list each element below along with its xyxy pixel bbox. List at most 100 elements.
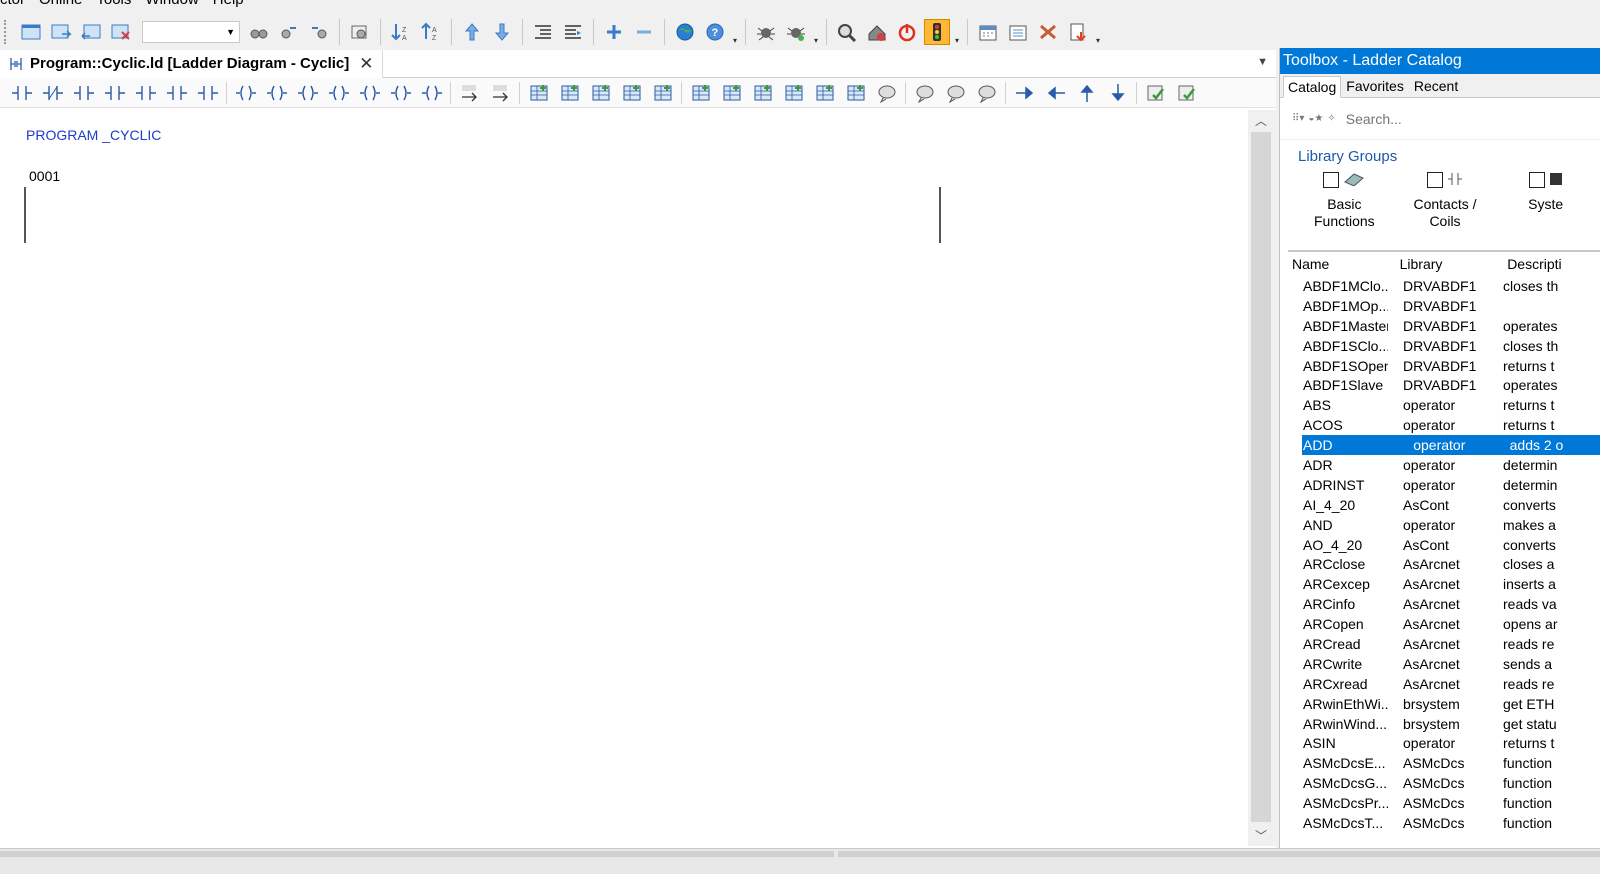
toolbar-overflow-icon[interactable]: ▾ [1093,19,1103,45]
tab-recent[interactable]: Recent [1409,75,1463,97]
list-item[interactable]: ARCwrite AsArcnet sends a [1288,654,1600,674]
arrow-down-icon[interactable] [489,19,515,45]
negated-coil-icon[interactable] [264,81,290,105]
sort-ascending-icon[interactable]: AZ [418,19,444,45]
calculator-icon[interactable] [843,81,869,105]
page-icon[interactable] [974,81,1000,105]
add-network-icon[interactable] [526,81,552,105]
group-contacts-coils[interactable]: Contacts / Coils [1399,165,1492,241]
list-item[interactable]: ABDF1SClo... DRVABDF1 closes th [1288,336,1600,356]
arrow-up-icon[interactable] [459,19,485,45]
debug-icon[interactable] [753,19,779,45]
column-header-name[interactable]: Name [1288,256,1396,272]
filter-icon[interactable]: ◒★ [1308,113,1323,124]
close-icon[interactable]: ✕ [359,54,373,74]
add-column-icon[interactable] [619,81,645,105]
list-item[interactable]: ARCopen AsArcnet opens ar [1288,614,1600,634]
list-item[interactable]: ASIN operator returns t [1288,733,1600,753]
list-item[interactable]: ARCxread AsArcnet reads re [1288,674,1600,694]
connect-down-icon[interactable] [1105,81,1131,105]
list-item[interactable]: ARCinfo AsArcnet reads va [1288,594,1600,614]
set-coil-icon[interactable] [295,81,321,105]
replace-icon[interactable] [347,19,373,45]
bookmark-remove-icon[interactable] [631,19,657,45]
list-item[interactable]: ABDF1MClo... DRVABDF1 closes th [1288,276,1600,296]
tab-catalog[interactable]: Catalog [1283,76,1342,98]
list-item[interactable]: ABDF1Slave DRVABDF1 operates [1288,375,1600,395]
window-back-icon[interactable] [78,19,104,45]
find-next-icon[interactable] [276,19,302,45]
open-contact-icon[interactable] [9,81,35,105]
vertical-scrollbar[interactable]: ︿ ﹀ [1248,110,1276,846]
neg-transition-contact-icon[interactable] [102,81,128,105]
transfer-icon[interactable] [864,19,890,45]
list-item[interactable]: ADRINST operator determin [1288,475,1600,495]
list-item[interactable]: ARCexcep AsArcnet inserts a [1288,574,1600,594]
ladder-canvas[interactable]: PROGRAM _CYCLIC 0001 [0,110,1248,846]
list-item[interactable]: AI_4_20 AsCont converts [1288,495,1600,515]
group-basic-functions[interactable]: Basic Functions [1298,165,1391,241]
find-prev-icon[interactable] [306,19,332,45]
monitor-icon[interactable] [834,19,860,45]
binoculars-icon[interactable] [246,19,272,45]
window-forward-icon[interactable] [48,19,74,45]
list-item[interactable]: ARwinWind... brsystem get statu [1288,714,1600,734]
schedule-icon[interactable] [1005,19,1031,45]
configuration-dropdown[interactable]: ▼ [142,21,240,43]
scrollbar-thumb[interactable] [1251,132,1271,822]
search-input[interactable] [1345,110,1536,127]
return-icon[interactable] [488,81,514,105]
debug-run-icon[interactable] [783,19,809,45]
toolbar-overflow-icon[interactable]: ▾ [952,19,962,45]
rising-contact-icon[interactable] [133,81,159,105]
jump-icon[interactable] [457,81,483,105]
column-header-description[interactable]: Descripti [1503,256,1600,272]
tab-program-cyclic[interactable]: Program::Cyclic.ld [Ladder Diagram - Cyc… [0,49,383,78]
calendar-icon[interactable] [975,19,1001,45]
menu-item-editor[interactable]: ctor [0,0,25,9]
tab-list-dropdown-icon[interactable]: ▼ [1257,56,1268,68]
new-window-icon[interactable] [18,19,44,45]
menu-item-window[interactable]: Window [145,0,198,9]
globe-icon[interactable] [672,19,698,45]
list-item[interactable]: ASMcDcsG... ASMcDcs function [1288,773,1600,793]
checkbox[interactable] [1427,172,1443,188]
list-item[interactable]: ARwinEthWi... brsystem get ETH [1288,694,1600,714]
list-item[interactable]: ARCclose AsArcnet closes a [1288,554,1600,574]
power-icon[interactable] [894,19,920,45]
negated-set-coil-icon[interactable] [419,81,445,105]
list-item[interactable]: ARCread AsArcnet reads re [1288,634,1600,654]
reset-coil-icon[interactable] [326,81,352,105]
checkbox[interactable] [1323,172,1340,188]
list-item[interactable]: AO_4_20 AsCont converts [1288,535,1600,555]
export-icon[interactable] [1065,19,1091,45]
delete-icon[interactable] [1035,19,1061,45]
add-row-icon[interactable] [588,81,614,105]
window-close-icon[interactable] [108,19,134,45]
view-mode-icon[interactable]: ⠿▾ [1292,113,1304,124]
list-item[interactable]: ABS operator returns t [1288,395,1600,415]
neg-coil-icon[interactable] [388,81,414,105]
list-item[interactable]: ADR operator determin [1288,455,1600,475]
list-item[interactable]: ACOS operator returns t [1288,415,1600,435]
checkbox[interactable] [1528,172,1545,188]
list-item[interactable]: ABDF1SOpen DRVABDF1 returns t [1288,356,1600,376]
help-icon[interactable]: ? [702,19,728,45]
menu-item-tools[interactable]: Tools [96,0,131,9]
menu-item-online[interactable]: Online [39,0,82,9]
goto-box-icon[interactable] [781,81,807,105]
group-system[interactable]: Syste [1499,165,1592,241]
closed-contact-icon[interactable] [40,81,66,105]
list-item[interactable]: ABDF1Master DRVABDF1 operates [1288,316,1600,336]
contact-parallel-icon[interactable] [195,81,221,105]
list-item[interactable]: ASMcDcsPr... ASMcDcs function [1288,793,1600,813]
tab-favorites[interactable]: Favorites [1341,75,1409,97]
function-block-icon[interactable] [688,81,714,105]
toolbar-grip[interactable] [4,20,8,44]
traffic-light-icon[interactable] [924,19,950,45]
sort-descending-icon[interactable]: ZA [388,19,414,45]
outdent-icon[interactable] [560,19,586,45]
bookmark-add-icon[interactable] [601,19,627,45]
menu-item-help[interactable]: Help [213,0,244,9]
list-item[interactable]: AND operator makes a [1288,515,1600,535]
